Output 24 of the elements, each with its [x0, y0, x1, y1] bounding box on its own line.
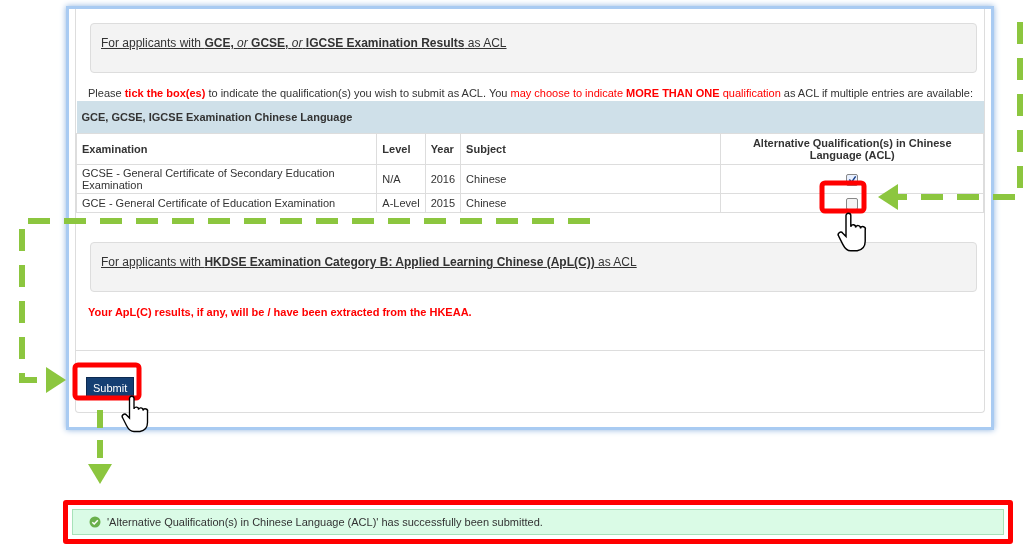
table-cell: GCE - General Certificate of Education Examination — [76, 193, 377, 213]
table-cell: Chinese — [460, 164, 721, 194]
check-circle-icon — [89, 516, 101, 528]
column-header: Level — [376, 133, 426, 165]
table-cell: GCSE - General Certificate of Secondary Education Examination — [76, 164, 377, 194]
instruction-text: Please tick the box(es) to indicate the qualification(s) you wish to submit as ACL. You may choose to indicate MORE THAN ONE qualification as ACL if multiple entries are available: — [87, 87, 974, 99]
highlight-frame — [72, 362, 142, 401]
table-cell: Chinese — [460, 193, 721, 213]
column-header: Year — [425, 133, 461, 165]
column-header: Alternative Qualification(s) in Chinese Language (ACL) — [721, 133, 984, 165]
highlight-frame — [819, 180, 867, 214]
column-header: Examination — [76, 133, 377, 165]
table-cell: 2015 — [425, 193, 461, 213]
column-header: Subject — [460, 133, 721, 165]
submit-button[interactable]: Submit — [86, 377, 135, 399]
table-cell: 2016 — [425, 164, 461, 194]
section-heading: For applicants with GCE, or GCSE, or IGCSE Examination Results as ACL — [101, 36, 507, 50]
success-message: 'Alternative Qualification(s) in Chinese Language (ACL)' has successfully been submitted. — [107, 516, 543, 528]
table-cell: N/A — [376, 164, 426, 194]
table-cell: A-Level — [376, 193, 426, 213]
section-heading: For applicants with HKDSE Examination Category B: Applied Learning Chinese (ApL(C)) as ACL — [101, 255, 637, 269]
table-caption: GCE, GCSE, IGCSE Examination Chinese Language — [76, 101, 984, 134]
notice-text: Your ApL(C) results, if any, will be / have been extracted from the HKEAA. — [88, 306, 473, 318]
checkbox[interactable] — [846, 197, 859, 210]
